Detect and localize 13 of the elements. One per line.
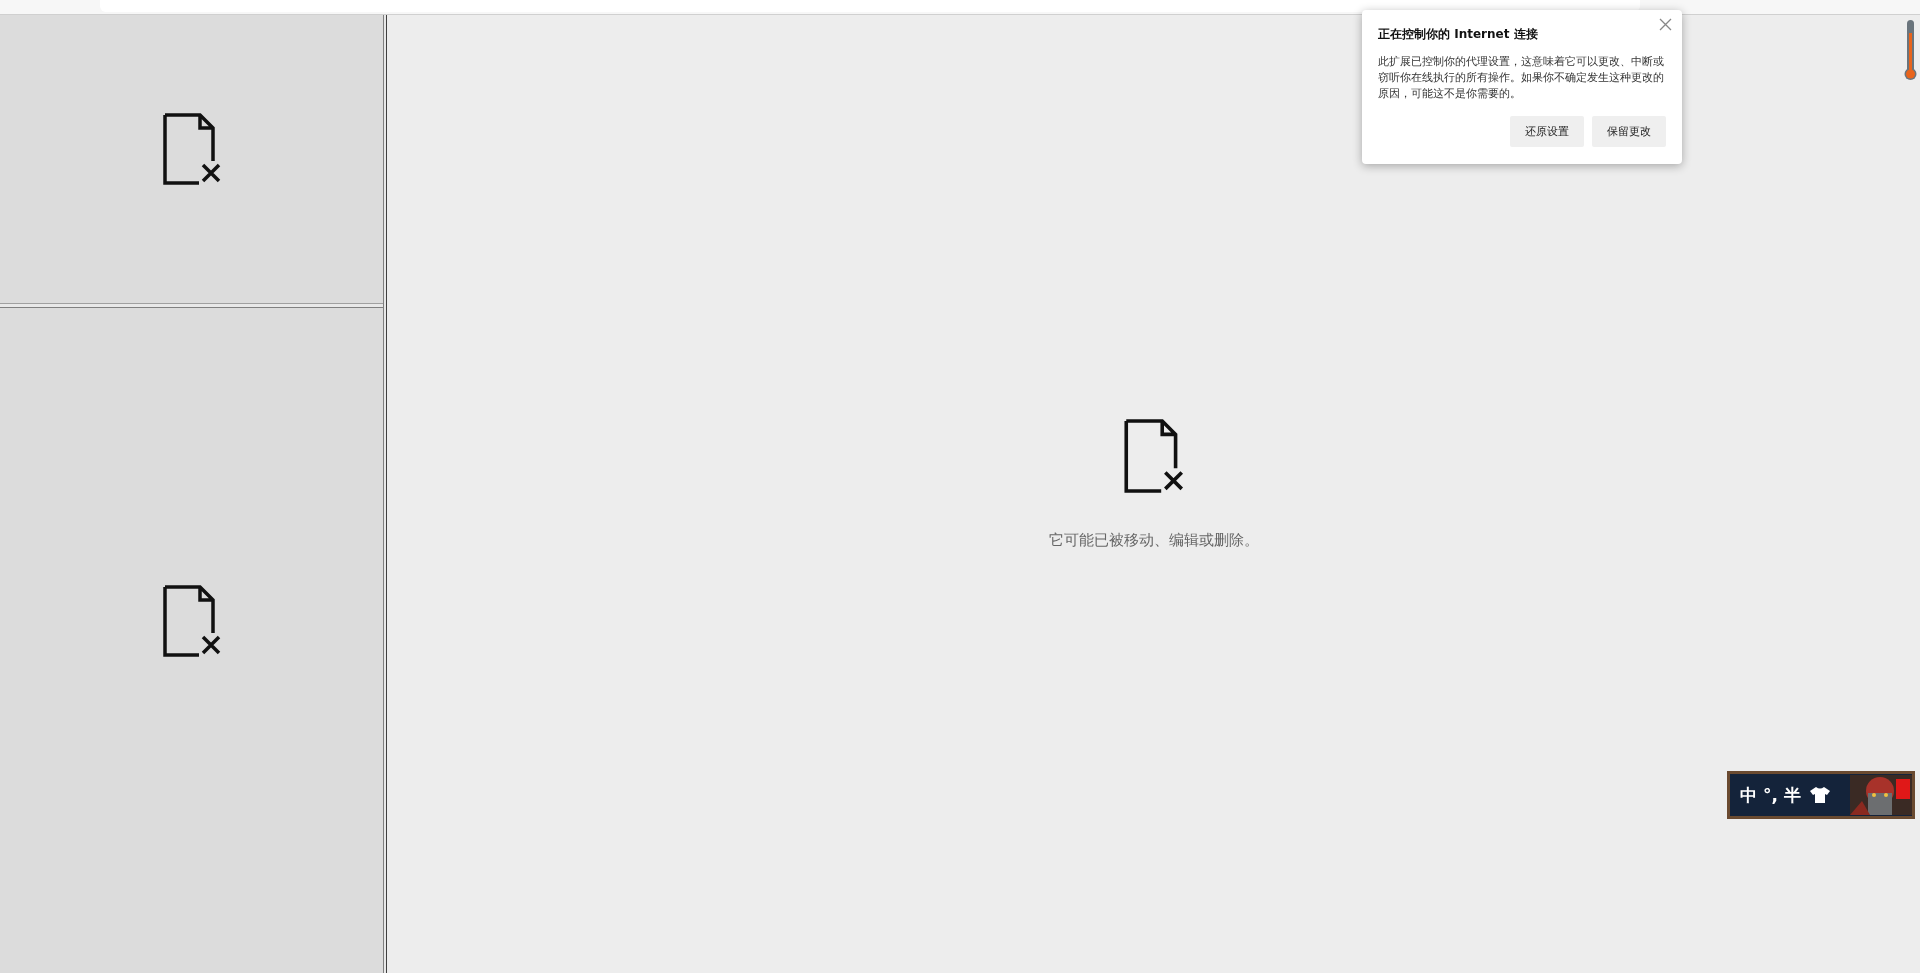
ime-mode[interactable]: 半 bbox=[1783, 783, 1801, 807]
ime-mode[interactable]: 中 bbox=[1740, 783, 1757, 807]
thermometer-icon bbox=[1904, 19, 1918, 83]
missing-file-icon bbox=[162, 584, 221, 657]
popup-button[interactable]: 还原设置 bbox=[1510, 116, 1584, 147]
ime-mode[interactable]: °, bbox=[1763, 785, 1778, 805]
error-message: 它可能已被移动、编辑或删除。 bbox=[1048, 530, 1259, 550]
popup-text: 此扩展已控制你的代理设置，这意味着它可以更改、中断或窃听你在线执行的所有操作。如果你不确定发生这种更改的原因，可能这不是你需要的。 bbox=[1378, 54, 1665, 101]
missing-file-icon bbox=[162, 113, 221, 185]
shirt-icon[interactable] bbox=[1808, 786, 1831, 804]
popup-title: 正在控制你的 Internet 连接 bbox=[1378, 26, 1539, 43]
close-icon[interactable] bbox=[1659, 18, 1672, 31]
popup-button[interactable]: 保留更改 bbox=[1592, 116, 1666, 147]
